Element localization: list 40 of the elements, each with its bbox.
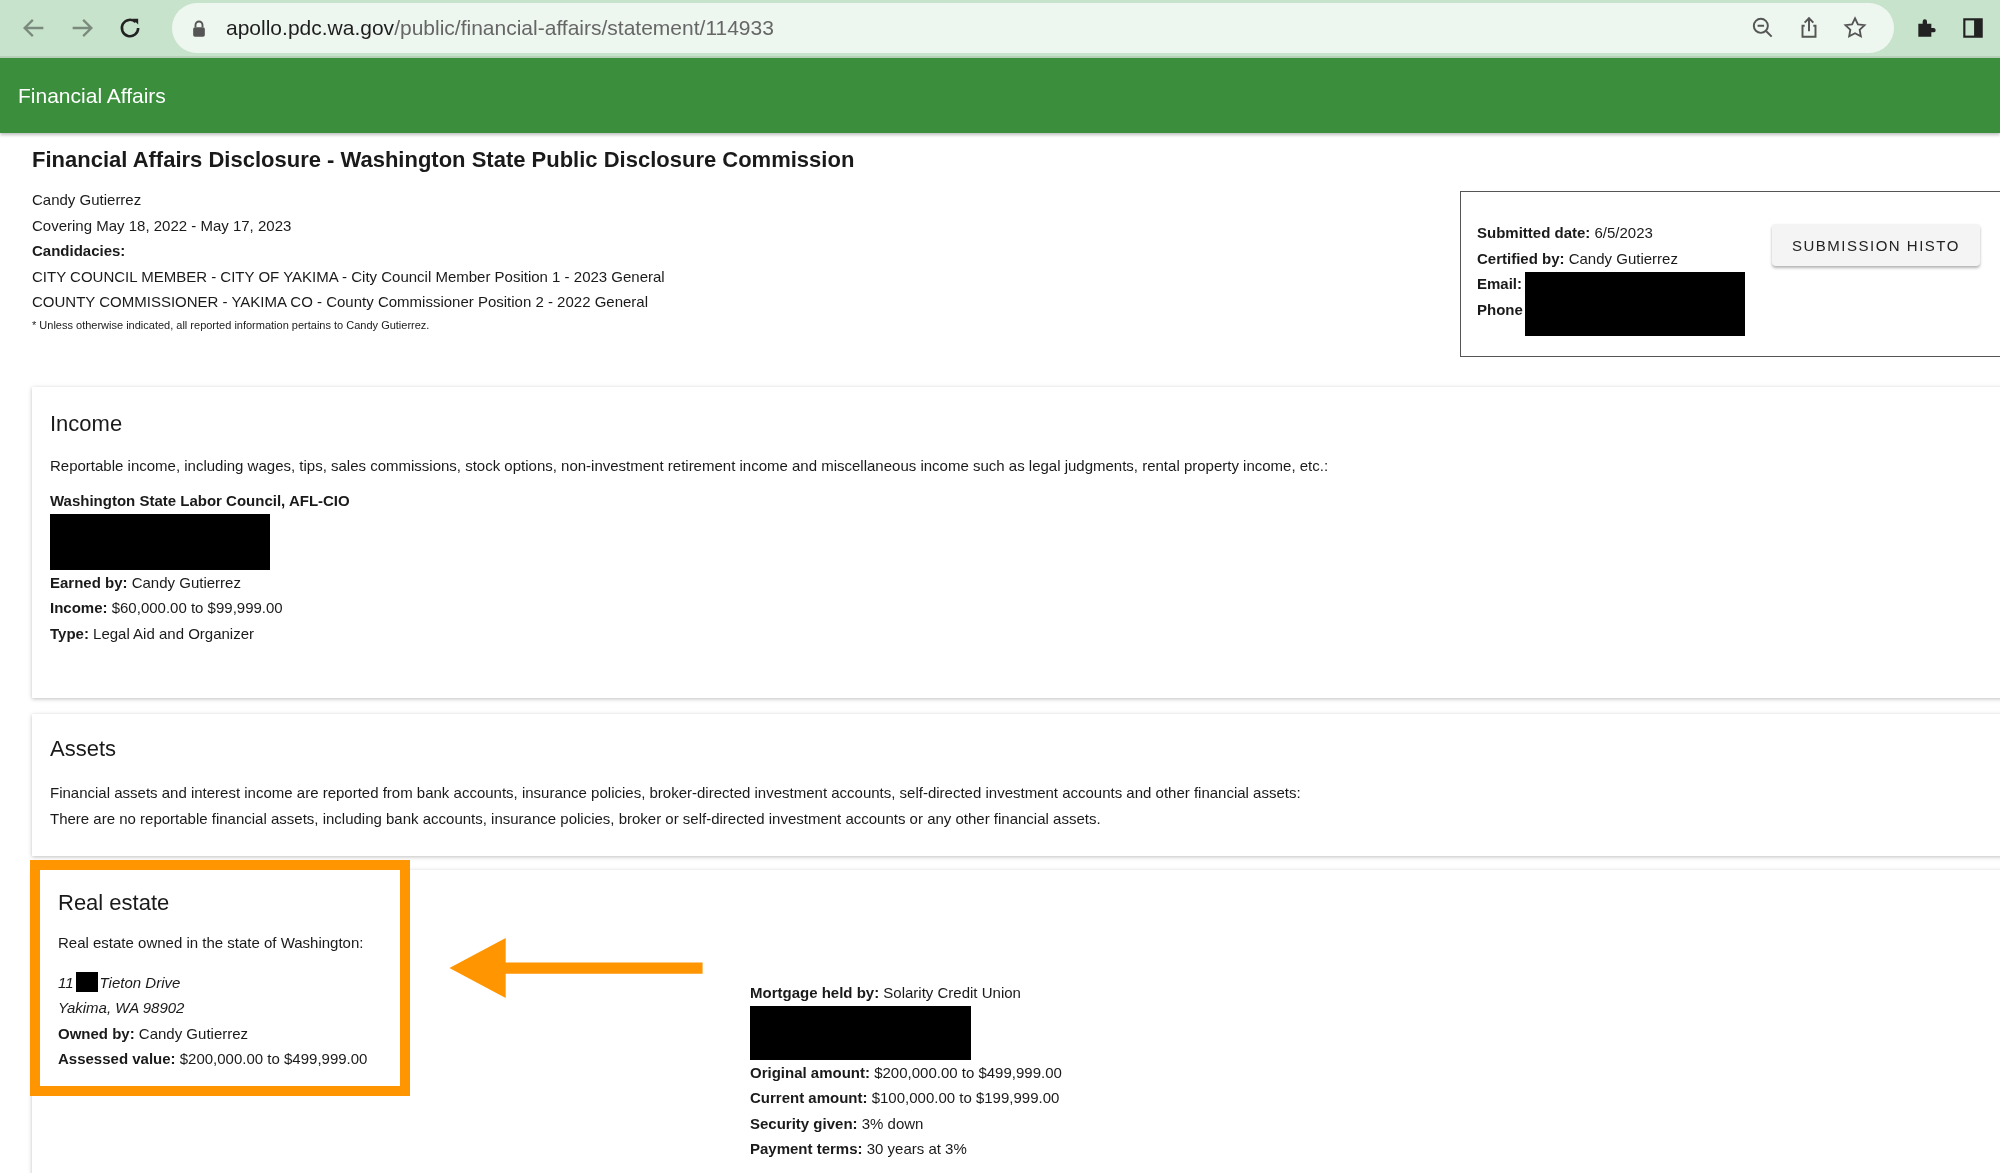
page-title: Financial Affairs Disclosure - Washington State Public Disclosure Commission — [32, 147, 856, 173]
property-detail: Owned by: Candy Gutierrez — [58, 1023, 250, 1044]
income-source: Washington State Labor Council, AFL-CIO — [50, 491, 351, 511]
income-detail: Income: $60,000.00 to $99,999.00 — [50, 598, 284, 618]
section-heading: Income — [50, 411, 124, 437]
candidacy: COUNTY COMMISSIONER - YAKIMA CO - County Commissioner Position 2 - 2022 General — [32, 292, 650, 312]
redaction-bar — [75, 972, 98, 993]
lock-icon — [192, 19, 206, 37]
submission-detail: Submitted date: 6/5/2023 — [1477, 223, 1654, 243]
section-description: Real estate owned in the state of Washington: — [58, 933, 365, 953]
footnote: * Unless otherwise indicated, all reported information pertains to Candy Gutierrez. — [32, 318, 431, 331]
mortgage-holder: Mortgage held by: Solarity Credit Union — [750, 983, 1022, 1003]
candidacies-label: Candidacies: — [32, 241, 127, 261]
submission-detail: Phone — [1477, 299, 1524, 320]
mortgage-detail: Security given: 3% down — [750, 1113, 925, 1134]
mortgage-detail: Original amount: $200,000.00 to $499,999.00 — [750, 1062, 1062, 1083]
filer-name: Candy Gutierrez — [32, 190, 143, 210]
section-description: There are no reportable financial assets, including bank accounts, insurance policies, broker or self-directed investment accounts or any other financial assets. — [50, 808, 1102, 829]
section-description: Reportable income, including wages, tips, sales commissions, stock options, non-investment retirement income and miscellaneous income such as legal judgments, rental property income, etc.: — [50, 457, 1330, 474]
section-heading: Assets — [50, 736, 118, 762]
star-icon[interactable] — [1842, 15, 1868, 41]
mortgage-detail: Payment terms: 30 years at 3% — [750, 1139, 968, 1159]
section-description: Financial assets and interest income are reported from bank accounts, insurance policies, broker-directed investment accounts, self-directed investment accounts and other financial assets: — [50, 783, 1302, 803]
submission-history-button[interactable]: SUBMISSION HISTO — [1772, 224, 1980, 266]
url-text: apollo.pdc.wa.gov/public/financial-affairs/statement/114933 — [226, 16, 774, 40]
property-detail: Assessed value: $200,000.00 to $499,999.00 — [58, 1049, 369, 1069]
side-panel-icon[interactable] — [1960, 15, 1986, 41]
candidacy: CITY COUNCIL MEMBER - CITY OF YAKIMA - City Council Member Position 1 - 2023 General — [32, 266, 666, 287]
income-detail: Type: Legal Aid and Organizer — [50, 623, 256, 644]
mortgage-detail: Current amount: $100,000.00 to $199,999.00 — [750, 1088, 1061, 1108]
coverage-period: Covering May 18, 2022 - May 17, 2023 — [32, 215, 293, 236]
submission-detail: Email: — [1477, 274, 1523, 294]
address-bar[interactable]: apollo.pdc.wa.gov/public/financial-affairs/statement/114933 — [172, 3, 1894, 53]
address-number: 11 — [58, 972, 74, 993]
submission-detail: Certified by: Candy Gutierrez — [1477, 248, 1679, 269]
address-city: Yakima, WA 98902 — [58, 998, 186, 1018]
income-detail: Earned by: Candy Gutierrez — [50, 572, 242, 593]
section-heading: Real estate — [58, 890, 171, 916]
app-title: Financial Affairs — [18, 83, 166, 108]
address-street: Tieton Drive — [99, 972, 181, 993]
